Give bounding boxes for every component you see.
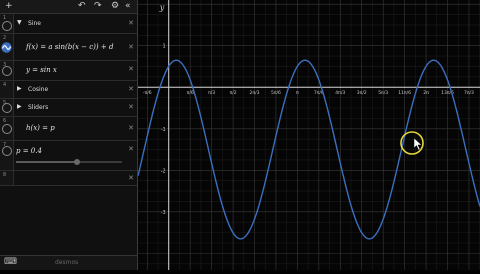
y-tick-label: -1 [161, 127, 166, 133]
x-tick-label: 3π/2 [357, 90, 367, 96]
x-tick-label: π/2 [230, 90, 237, 96]
undo-icon[interactable]: ↶ [78, 1, 86, 12]
folder-label: Sine [28, 20, 41, 27]
expression-text[interactable]: h(x) = p [26, 124, 55, 132]
x-tick-label: π/3 [208, 90, 215, 96]
x-tick-label: 7π/3 [464, 90, 474, 96]
curve-style-icon[interactable] [1, 42, 12, 53]
settings-icon[interactable]: ⚙ [111, 1, 119, 12]
add-item-icon[interactable]: + [5, 1, 13, 12]
x-tick-label: π [296, 91, 299, 96]
y-tick-label: -3 [161, 210, 166, 216]
x-tick-label: π/6 [187, 90, 194, 96]
empty-expression[interactable]: 8 ✕ [0, 171, 137, 186]
close-icon[interactable]: ✕ [128, 145, 134, 153]
panel-footer: ⌨ desmos [0, 255, 137, 270]
graph-canvas[interactable]: y -π/6 π/6 π/3 π/2 2π/3 5π/6 π 7π/6 4π/3 3π/2 5π/3… [137, 0, 480, 270]
folder-sine[interactable]: 1 ▼ Sine ✕ [0, 14, 137, 34]
close-icon[interactable]: ✕ [128, 65, 134, 73]
row-number: 2 [3, 35, 7, 41]
play-slider-icon[interactable] [2, 146, 12, 156]
chevron-right-icon[interactable]: ▶ [17, 103, 22, 110]
folder-label: Sliders [28, 104, 49, 111]
folder-label: Cosine [28, 86, 49, 93]
expression-panel: + ↶ ↷ ⚙ « 1 ▼ Sine ✕ 2 f(x) = a sin(b(x … [0, 0, 138, 270]
expression-text[interactable]: f(x) = a sin(b(x − c)) + d [26, 43, 113, 51]
keyboard-icon[interactable]: ⌨ [4, 257, 17, 267]
folder-sliders[interactable]: 5 ▶ Sliders ✕ [0, 99, 137, 117]
chevron-down-icon[interactable]: ▼ [17, 19, 22, 26]
expression-y[interactable]: 3 y = sin x ✕ [0, 61, 137, 81]
x-tick-label: 11π/6 [398, 90, 411, 96]
desmos-logo: desmos [55, 259, 79, 266]
folder-cosine[interactable]: 4 ▶ Cosine ✕ [0, 81, 137, 99]
close-icon[interactable]: ✕ [128, 103, 134, 111]
chevron-right-icon[interactable]: ▶ [17, 85, 22, 92]
x-tick-label: 5π/3 [378, 90, 388, 96]
cursor-highlight [400, 131, 424, 155]
row-number: 8 [3, 172, 7, 178]
y-axis-label: y [159, 3, 165, 12]
expression-h[interactable]: 6 h(x) = p ✕ [0, 117, 137, 141]
slider-p[interactable]: 7 p = 0.4 ✕ [0, 141, 137, 171]
y-tick-label: 1 [163, 44, 166, 50]
y-tick-label: -2 [161, 168, 166, 174]
slider-expression[interactable]: p = 0.4 [16, 147, 42, 155]
x-tick-label: 4π/3 [335, 90, 345, 96]
close-icon[interactable]: ✕ [128, 19, 134, 27]
close-icon[interactable]: ✕ [128, 124, 134, 132]
folder-toggle-icon[interactable] [2, 103, 12, 113]
expression-text[interactable]: y = sin x [26, 66, 57, 74]
folder-toggle-icon[interactable] [2, 21, 12, 31]
expression-toolbar: + ↶ ↷ ⚙ « [0, 0, 137, 14]
close-icon[interactable]: ✕ [128, 85, 134, 93]
x-tick-label: 2π [423, 90, 429, 96]
x-tick-label: 5π/6 [271, 90, 281, 96]
expression-f[interactable]: 2 f(x) = a sin(b(x − c)) + d ✕ [0, 34, 137, 61]
row-number: 4 [3, 82, 7, 88]
redo-icon[interactable]: ↷ [94, 1, 102, 12]
collapse-panel-icon[interactable]: « [125, 1, 131, 12]
close-icon[interactable]: ✕ [128, 43, 134, 51]
close-icon[interactable]: ✕ [128, 174, 134, 182]
slider-fill [16, 161, 76, 163]
x-tick-label: 2π/3 [250, 90, 260, 96]
graph-svg[interactable]: y -π/6 π/6 π/3 π/2 2π/3 5π/6 π 7π/6 4π/3 3π/2 5π/3… [137, 0, 480, 270]
slider-track[interactable] [16, 161, 122, 163]
hidden-curve-icon[interactable] [2, 66, 12, 76]
hidden-curve-icon[interactable] [2, 124, 12, 134]
x-tick-label: -π/6 [143, 90, 152, 96]
slider-handle[interactable] [74, 159, 80, 165]
